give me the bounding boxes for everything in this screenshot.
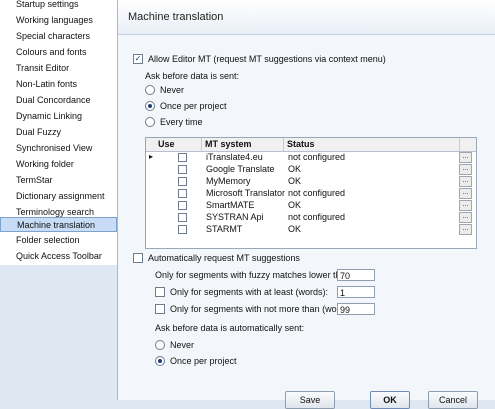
configure-button[interactable]: ... — [459, 152, 472, 163]
allow-mt-label: Allow Editor MT (request MT suggestions … — [148, 54, 386, 64]
configure-button[interactable]: ... — [459, 200, 472, 211]
sidebar-item-quick-access-toolbar[interactable]: Quick Access Toolbar — [0, 249, 117, 264]
ok-button[interactable]: OK — [370, 391, 410, 409]
ask-before-text: Ask before data is sent: — [145, 71, 240, 81]
mt-system-status: OK — [288, 164, 302, 174]
configure-button[interactable]: ... — [459, 164, 472, 175]
sidebar-item-startup-settings[interactable]: Startup settings — [0, 0, 117, 12]
sidebar-item-transit-editor[interactable]: Transit Editor — [0, 61, 117, 76]
max-words-field[interactable]: 99 — [337, 303, 375, 315]
table-row: ▸ iTranslate4.eu not configured ... — [146, 151, 476, 163]
use-checkbox[interactable] — [178, 153, 187, 162]
ask-before-once-per-project[interactable]: Once per project — [145, 101, 227, 111]
max-words-checkbox[interactable] — [155, 304, 165, 314]
sidebar-item-dual-concordance[interactable]: Dual Concordance — [0, 93, 117, 108]
radio-every-time-label: Every time — [160, 117, 203, 127]
ask-before-every-time[interactable]: Every time — [145, 117, 203, 127]
use-checkbox[interactable] — [178, 213, 187, 222]
auto-radio-never-label: Never — [170, 340, 195, 350]
column-status[interactable]: Status — [284, 138, 460, 151]
min-words-row[interactable]: Only for segments with at least (words): — [155, 287, 328, 297]
mt-system-name: Microsoft Translator — [206, 188, 286, 198]
save-button[interactable]: Save — [285, 391, 335, 409]
mt-system-status: OK — [288, 176, 302, 186]
mt-system-status: not configured — [288, 152, 346, 162]
use-checkbox[interactable] — [178, 225, 187, 234]
table-row: Google Translate OK ... — [146, 163, 476, 175]
auto-radio-once-per-project-label: Once per project — [170, 356, 237, 366]
sidebar-item-dual-fuzzy[interactable]: Dual Fuzzy — [0, 125, 117, 140]
sidebar-item-synchronised-view[interactable]: Synchronised View — [0, 141, 117, 156]
mt-system-status: OK — [288, 224, 302, 234]
configure-button[interactable]: ... — [459, 176, 472, 187]
sidebar-item-folder-selection[interactable]: Folder selection — [0, 233, 117, 248]
max-words-row[interactable]: Only for segments with not more than (wo… — [155, 304, 355, 314]
min-words-label: Only for segments with at least (words): — [170, 287, 329, 297]
use-checkbox[interactable] — [178, 201, 187, 210]
allow-mt-checkbox[interactable]: ✓ — [133, 54, 143, 64]
min-words-checkbox[interactable] — [155, 287, 165, 297]
sidebar-item-special-characters[interactable]: Special characters — [0, 29, 117, 44]
table-header: Use MT system Status — [146, 138, 476, 152]
column-use[interactable]: Use — [146, 138, 202, 151]
mt-system-name: SmartMATE — [206, 200, 255, 210]
use-checkbox[interactable] — [178, 177, 187, 186]
configure-button[interactable]: ... — [459, 212, 472, 223]
auto-request-checkbox[interactable] — [133, 253, 143, 263]
sidebar-item-dictionary-assignment[interactable]: Dictionary assignment — [0, 189, 117, 204]
allow-mt-checkbox-row[interactable]: ✓ Allow Editor MT (request MT suggestion… — [133, 54, 386, 64]
max-words-label: Only for segments with not more than (wo… — [170, 304, 355, 314]
mt-system-name: STARMT — [206, 224, 243, 234]
ask-before-label: Ask before data is sent: — [145, 71, 239, 81]
sidebar-item-machine-translation[interactable]: Machine translation — [0, 217, 117, 232]
auto-ask-never[interactable]: Never — [155, 340, 194, 350]
mt-systems-table: Use MT system Status ▸ iTranslate4.eu no… — [145, 137, 477, 249]
auto-request-label: Automatically request MT suggestions — [148, 253, 300, 263]
ask-before-never[interactable]: Never — [145, 85, 184, 95]
mt-system-status: not configured — [288, 188, 346, 198]
table-row: SmartMATE OK ... — [146, 199, 476, 211]
configure-button[interactable]: ... — [459, 188, 472, 199]
mt-system-name: MyMemory — [206, 176, 251, 186]
cancel-button[interactable]: Cancel — [428, 391, 478, 409]
mt-system-status: OK — [288, 200, 302, 210]
auto-radio-once-per-project[interactable] — [155, 356, 165, 366]
mt-system-name: SYSTRAN Api — [206, 212, 264, 222]
panel-header: Machine translation — [118, 0, 495, 35]
fuzzy-threshold-field[interactable]: 70 — [337, 269, 375, 281]
radio-once-per-project-label: Once per project — [160, 101, 227, 111]
table-row: Microsoft Translator not configured ... — [146, 187, 476, 199]
mt-system-name: iTranslate4.eu — [206, 152, 263, 162]
radio-every-time[interactable] — [145, 117, 155, 127]
radio-once-per-project[interactable] — [145, 101, 155, 111]
sidebar-item-working-languages[interactable]: Working languages — [0, 13, 117, 28]
sidebar-empty-area — [0, 265, 117, 400]
table-row: STARMT OK ... — [146, 223, 476, 235]
mt-system-name: Google Translate — [206, 164, 275, 174]
sidebar-item-non-latin-fonts[interactable]: Non-Latin fonts — [0, 77, 117, 92]
page-title: Machine translation — [128, 11, 224, 23]
radio-never-label: Never — [160, 85, 185, 95]
use-checkbox[interactable] — [178, 165, 187, 174]
configure-button[interactable]: ... — [459, 224, 472, 235]
current-row-arrow-icon: ▸ — [149, 152, 154, 161]
mt-system-status: not configured — [288, 212, 346, 222]
min-words-field[interactable]: 1 — [337, 286, 375, 298]
sidebar-item-working-folder[interactable]: Working folder — [0, 157, 117, 172]
sidebar: Startup settings Working languages Speci… — [0, 0, 118, 400]
radio-never[interactable] — [145, 85, 155, 95]
table-row: MyMemory OK ... — [146, 175, 476, 187]
auto-ask-before-text: Ask before data is automatically sent: — [155, 323, 305, 333]
auto-radio-never[interactable] — [155, 340, 165, 350]
sidebar-item-termstar[interactable]: TermStar — [0, 173, 117, 188]
auto-request-checkbox-row[interactable]: Automatically request MT suggestions — [133, 253, 300, 263]
auto-ask-before-label: Ask before data is automatically sent: — [155, 323, 304, 333]
table-row: SYSTRAN Api not configured ... — [146, 211, 476, 223]
use-checkbox[interactable] — [178, 189, 187, 198]
column-mt-system[interactable]: MT system — [202, 138, 284, 151]
sidebar-item-colours-and-fonts[interactable]: Colours and fonts — [0, 45, 117, 60]
sidebar-item-dynamic-linking[interactable]: Dynamic Linking — [0, 109, 117, 124]
auto-ask-once-per-project[interactable]: Once per project — [155, 356, 237, 366]
